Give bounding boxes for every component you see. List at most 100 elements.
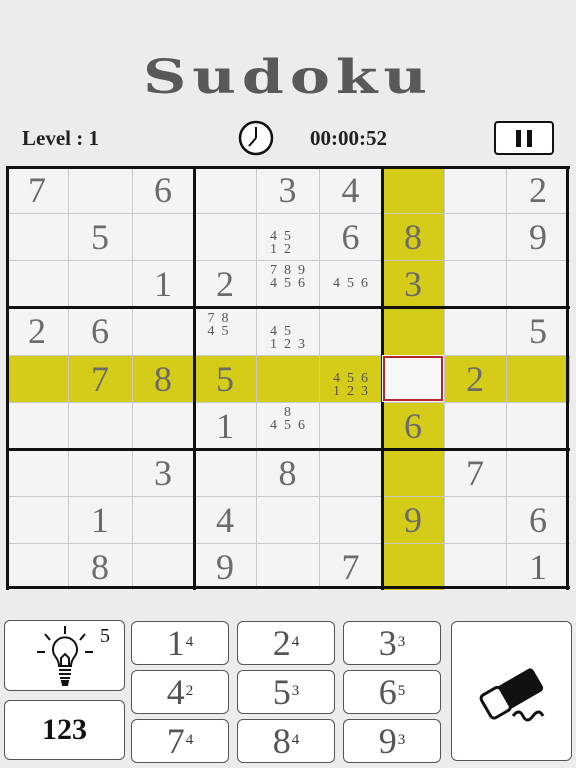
number-button-2[interactable]: 24 xyxy=(237,621,335,665)
board-cell[interactable] xyxy=(132,402,194,449)
board-cell[interactable] xyxy=(382,166,444,213)
board-cell[interactable] xyxy=(444,543,506,590)
number-button-5[interactable]: 53 xyxy=(237,670,335,714)
board-cell[interactable]: 1 xyxy=(194,402,256,449)
board-cell[interactable]: 456 xyxy=(319,260,382,307)
board-cell[interactable] xyxy=(194,166,256,213)
board-cell[interactable]: 8456 xyxy=(256,402,319,449)
board-cell[interactable]: 456123 xyxy=(319,355,382,402)
board-cell[interactable] xyxy=(319,402,382,449)
board-cell[interactable] xyxy=(256,355,319,402)
board-cell[interactable]: 5 xyxy=(194,355,256,402)
board-cell[interactable] xyxy=(6,543,68,590)
board-cell[interactable] xyxy=(194,213,256,260)
board-cell[interactable]: 4 xyxy=(194,496,256,543)
board-cell[interactable]: 1 xyxy=(506,543,570,590)
board-cell[interactable]: 9 xyxy=(194,543,256,590)
board-cell[interactable]: 8 xyxy=(68,543,132,590)
board-cell[interactable]: 6 xyxy=(382,402,444,449)
board-cell[interactable]: 3 xyxy=(256,166,319,213)
board-cell[interactable]: 9 xyxy=(382,496,444,543)
board-cell[interactable]: 9 xyxy=(506,213,570,260)
board-cell[interactable]: 45123 xyxy=(256,307,319,355)
board-cell[interactable]: 2 xyxy=(194,260,256,307)
board-cell[interactable]: 3 xyxy=(132,449,194,496)
board-cell[interactable]: 5 xyxy=(506,307,570,355)
board-cell[interactable]: 7 xyxy=(6,166,68,213)
board-cell[interactable] xyxy=(382,543,444,590)
note-digit: 5 xyxy=(221,323,229,339)
board-cell[interactable] xyxy=(6,213,68,260)
cell-value: 2 xyxy=(529,169,547,210)
board-cell[interactable] xyxy=(132,543,194,590)
board-cell[interactable] xyxy=(6,260,68,307)
hint-button[interactable]: 5 xyxy=(4,620,125,691)
input-mode-toggle[interactable]: 123 xyxy=(4,700,125,760)
board-cell[interactable] xyxy=(444,402,506,449)
board-cell[interactable]: 7 xyxy=(444,449,506,496)
board-cell[interactable]: 8 xyxy=(132,355,194,402)
board-cell[interactable] xyxy=(506,449,570,496)
board-cell[interactable] xyxy=(68,166,132,213)
board-cell[interactable] xyxy=(319,496,382,543)
board-cell[interactable]: 3 xyxy=(382,260,444,307)
board-cell[interactable] xyxy=(382,307,444,355)
board-cell[interactable]: 6 xyxy=(68,307,132,355)
board-cell[interactable] xyxy=(256,543,319,590)
board-cell[interactable] xyxy=(444,307,506,355)
board-cell[interactable]: 2 xyxy=(6,307,68,355)
board-cell[interactable] xyxy=(132,213,194,260)
grid-line xyxy=(505,166,507,590)
number-button-3[interactable]: 33 xyxy=(343,621,441,665)
board-cell[interactable] xyxy=(256,496,319,543)
board-cell[interactable] xyxy=(68,449,132,496)
number-button-1[interactable]: 14 xyxy=(131,621,229,665)
board-cell[interactable]: 5 xyxy=(68,213,132,260)
board-cell[interactable]: 1 xyxy=(68,496,132,543)
board-cell[interactable] xyxy=(382,449,444,496)
number-digit: 8 xyxy=(272,721,291,761)
board-cell[interactable] xyxy=(319,307,382,355)
board-cell[interactable]: 2 xyxy=(506,166,570,213)
selected-cell[interactable] xyxy=(382,355,444,402)
number-button-4[interactable]: 42 xyxy=(131,670,229,714)
board-cell[interactable] xyxy=(444,166,506,213)
board-cell[interactable] xyxy=(506,402,570,449)
board-cell[interactable] xyxy=(506,260,570,307)
board-cell[interactable] xyxy=(319,449,382,496)
cell-notes: 456123 xyxy=(330,359,372,399)
board-cell[interactable] xyxy=(506,355,570,402)
board-cell[interactable] xyxy=(132,307,194,355)
erase-button[interactable] xyxy=(451,621,572,761)
board-cell[interactable]: 4512 xyxy=(256,213,319,260)
board-cell[interactable] xyxy=(68,402,132,449)
board-cell[interactable] xyxy=(444,496,506,543)
board-cell[interactable]: 7 xyxy=(68,355,132,402)
number-button-8[interactable]: 84 xyxy=(237,719,335,763)
number-button-6[interactable]: 65 xyxy=(343,670,441,714)
board-cell[interactable]: 8 xyxy=(256,449,319,496)
board-cell[interactable] xyxy=(194,449,256,496)
board-cell[interactable]: 7 xyxy=(319,543,382,590)
board-cell[interactable] xyxy=(6,402,68,449)
board-cell[interactable] xyxy=(444,260,506,307)
board-cell[interactable] xyxy=(132,496,194,543)
board-cell[interactable] xyxy=(68,260,132,307)
board-cell[interactable]: 4 xyxy=(319,166,382,213)
board-cell[interactable]: 6 xyxy=(132,166,194,213)
board-cell[interactable]: 6 xyxy=(319,213,382,260)
cell-notes: 456 xyxy=(330,264,372,303)
pause-button[interactable] xyxy=(494,121,554,155)
board-cell[interactable]: 789456 xyxy=(256,260,319,307)
board-cell[interactable] xyxy=(6,449,68,496)
board-cell[interactable] xyxy=(6,355,68,402)
number-button-7[interactable]: 74 xyxy=(131,719,229,763)
board-cell[interactable]: 6 xyxy=(506,496,570,543)
board-cell[interactable]: 2 xyxy=(444,355,506,402)
number-button-9[interactable]: 93 xyxy=(343,719,441,763)
board-cell[interactable] xyxy=(6,496,68,543)
board-cell[interactable]: 1 xyxy=(132,260,194,307)
board-cell[interactable]: 8 xyxy=(382,213,444,260)
board-cell[interactable]: 7845 xyxy=(194,307,256,355)
board-cell[interactable] xyxy=(444,213,506,260)
